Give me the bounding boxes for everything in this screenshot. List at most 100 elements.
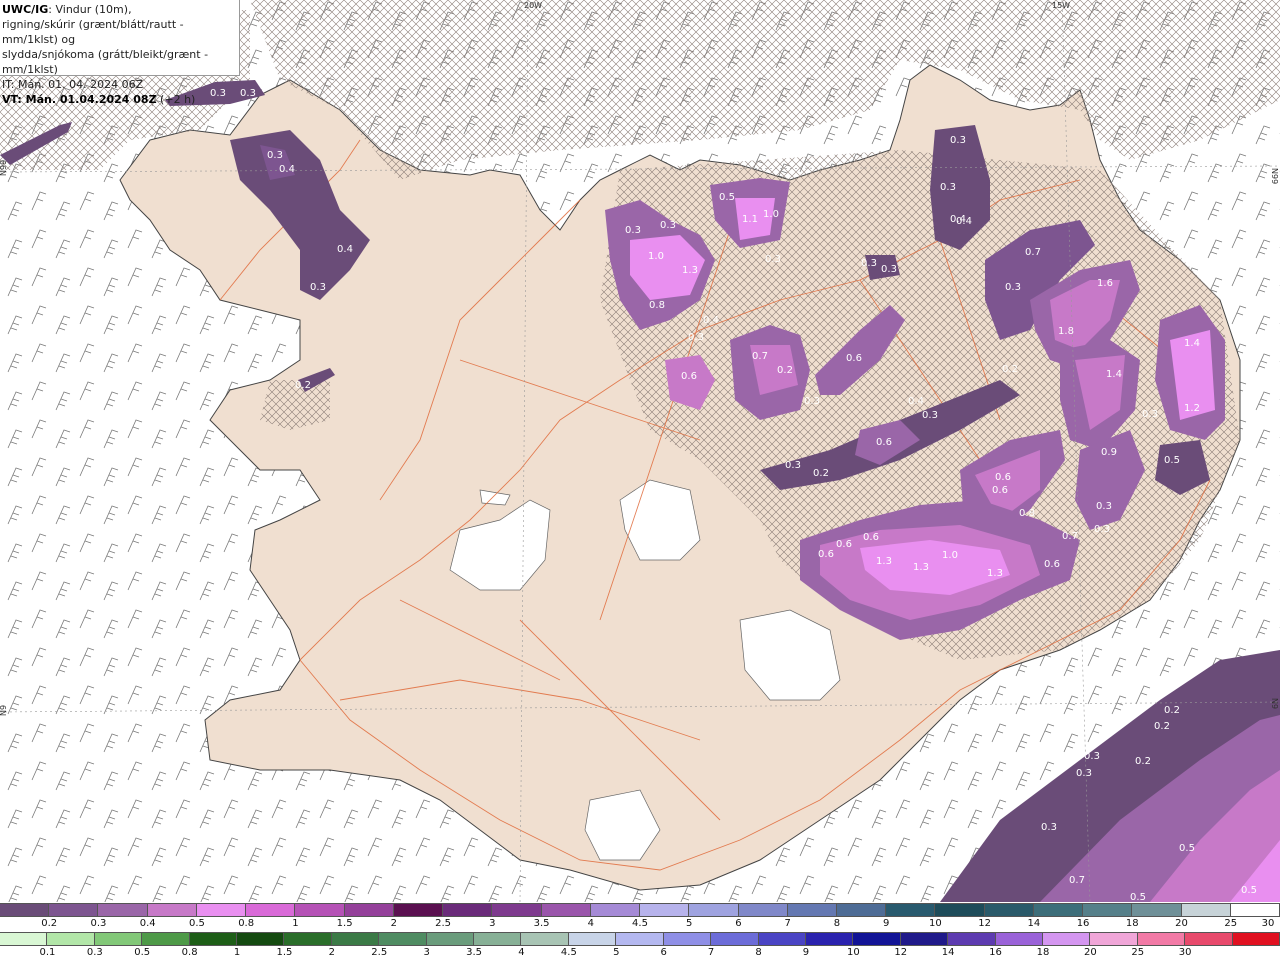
precip-label: 0.3 [625,225,641,236]
precip-label: 0.7 [1069,875,1085,886]
rain-color-swatch [0,933,48,945]
precip-label: 0.5 [719,192,735,203]
snow-tick-labels: 0.2 0.3 0.4 0.5 0.8 1 1.5 2 2.5 3 3.5 4 4.5 5 6 7 8 9 10 12… [0,917,1280,931]
valid-time: VT: Mán. 01.04.2024 08Z (+2 h) [2,92,239,107]
precip-label: 0.8 [649,300,665,311]
rain-tick-label: 4 [518,947,525,958]
snow-color-swatch [492,904,542,916]
precip-label: 0.2 [1135,756,1151,767]
precip-label: 1.6 [1097,278,1113,289]
precip-label: 0.7 [1062,531,1078,542]
precip-label: 0.3 [1076,768,1092,779]
title-line-1-rest: : Vindur (10m), [48,3,132,16]
rain-tick-label: 25 [1131,947,1145,958]
rain-color-swatch [47,933,95,945]
snow-tick-label: 2 [390,918,398,929]
map-info-box: UWC/IG: Vindur (10m), rigning/skúrir (gr… [0,0,240,106]
precip-label: 0.3 [1142,409,1158,420]
rain-tick-label: 8 [755,947,762,958]
precip-label: 0.2 [1002,364,1018,375]
snow-tick-label: 3 [489,918,496,929]
precip-label: 0.4 [279,164,295,175]
rain-tick-label: 0.1 [39,947,56,958]
precip-label: 1.3 [987,568,1003,579]
snow-color-swatch [49,904,99,916]
snow-color-swatch [393,904,444,916]
precip-label: 0.9 [1101,447,1117,458]
precip-label: 0.3 [660,220,676,231]
weather-map[interactable]: 20W 15W N99 N99 N9 N9 0.3 0.3 0.3 0.4 0.… [0,0,1280,902]
rain-color-swatch [94,933,143,945]
snow-color-bar [0,903,1280,917]
precip-label: 1.4 [1184,338,1200,349]
snow-color-swatch [935,904,985,916]
precip-label: 0.2 [1164,705,1180,716]
rain-tick-label: 10 [846,947,860,958]
snow-color-swatch [541,904,591,916]
rain-tick-label: 9 [802,947,810,958]
precip-label: 0.6 [818,549,834,560]
rain-color-swatch [805,933,854,945]
rain-color-legend: 0.1 0.3 0.5 0.8 1 1.5 2 2.5 3 3.5 4 4.5 5 6 7 8 9 10 12 14 1… [0,932,1280,960]
precip-label: 0.3 [785,460,801,471]
rain-tick-label: 0.5 [134,947,151,958]
snow-color-swatch [640,904,690,916]
rain-tick-label: 7 [707,947,715,958]
precip-label: 0.6 [681,371,697,382]
rain-tick-label: 2.5 [371,947,388,958]
precip-label: 0.5 [1241,885,1257,896]
rain-tick-label: 5 [613,947,620,958]
lat-label-left: N99 [0,160,8,176]
rain-color-swatch [616,933,664,945]
snow-tick-label: 5 [686,918,693,929]
rain-color-swatch [142,933,190,945]
snow-tick-label: 20 [1175,918,1188,929]
precip-label: 0.6 [846,353,862,364]
snow-color-swatch [98,904,148,916]
precip-label: 0.2 [813,468,829,479]
snow-color-swatch [738,904,788,916]
precip-label: 1.2 [1184,403,1200,414]
precip-label: 0.7 [1025,247,1041,258]
lat-label-left-2: N9 [0,705,8,716]
snow-color-swatch [886,904,936,916]
precip-label: 0.4 [908,396,924,407]
precip-label: 0.6 [1044,559,1060,570]
precip-label: 0.3 [240,88,256,99]
precip-label: 0.6 [863,532,879,543]
rain-color-swatch [758,933,806,945]
valid-time-offset: (+2 h) [156,93,196,106]
snow-tick-label: 0.2 [41,918,58,929]
rain-color-bar [0,932,1280,946]
precip-label: 0.3 [804,396,820,407]
precip-label: 0.3 [1096,501,1112,512]
rain-color-swatch [189,933,238,945]
precip-label: 0.5 [1164,455,1180,466]
rain-color-swatch [663,933,712,945]
precip-label: 0.3 [267,150,283,161]
precip-label: 0.3 [1084,751,1100,762]
rain-color-swatch [900,933,949,945]
snow-tick-label: 16 [1076,918,1090,929]
precip-label: 0.4 [337,244,353,255]
rain-color-swatch [948,933,996,945]
precip-label: 0.2 [777,365,793,376]
precip-label: 0.3 [1041,822,1057,833]
snow-color-swatch [1230,904,1280,916]
snow-tick-label: 3.5 [533,918,550,929]
precip-label: 1.4 [1106,369,1122,380]
precip-label: 0.4 [956,216,972,227]
snow-tick-label: 2.5 [435,918,452,929]
rain-tick-label: 16 [989,947,1002,958]
precip-label: 0.3 [861,258,877,269]
snow-tick-label: 30 [1261,918,1275,929]
rain-tick-label: 3.5 [466,947,483,958]
snow-color-swatch [443,904,493,916]
rain-color-swatch [331,933,380,945]
valid-time-label: VT: Mán. 01.04.2024 08Z [2,93,157,106]
lat-label-right-2: N9 [1270,698,1279,709]
precip-label: 1.0 [648,251,664,262]
precip-label: 0.6 [876,437,892,448]
snow-color-swatch [787,904,837,916]
snow-color-swatch [196,904,247,916]
